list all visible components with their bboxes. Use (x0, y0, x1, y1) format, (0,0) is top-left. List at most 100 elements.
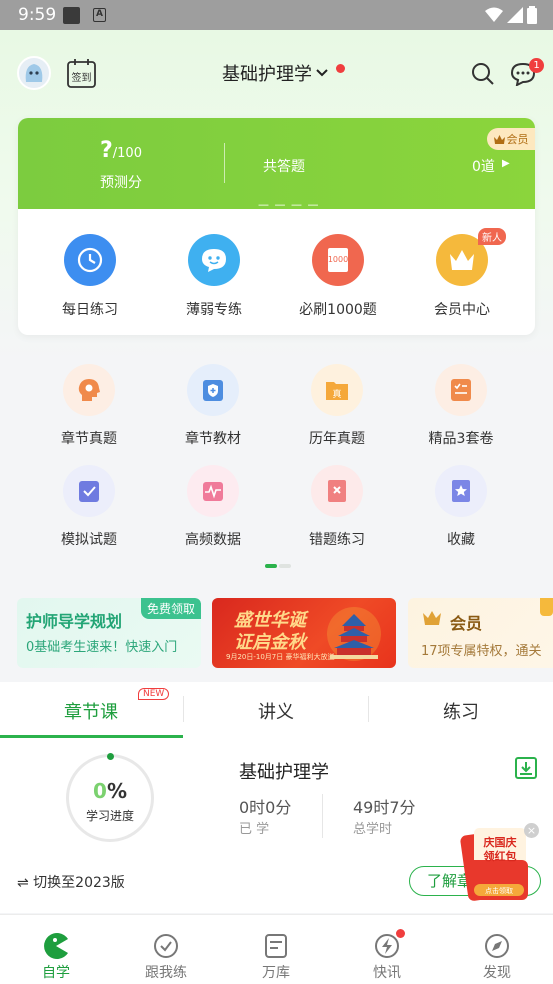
switch-version-link[interactable]: ⇌ 切换至2023版 (17, 872, 125, 892)
grid-premium-3-sets[interactable]: 精品3套卷 (411, 364, 511, 448)
grid-mock-exam[interactable]: 模拟试题 (39, 465, 139, 549)
course-stat-divider (322, 794, 323, 838)
vip-badge[interactable]: 会员 (487, 128, 535, 150)
score-panel[interactable]: ?/100 预测分 共答题 0道 ▶ 会员 — — — — (18, 118, 535, 211)
nav-self-study-label: 自学 (42, 965, 70, 981)
red-packet-button: 点击领取 (485, 886, 513, 895)
grid-past-exams[interactable]: 真 历年真题 (287, 364, 387, 448)
avatar-face-icon (25, 64, 43, 82)
quick-weak-practice[interactable]: 薄弱专练 (164, 234, 264, 319)
grid-chapter-real[interactable]: 章节真题 (39, 364, 139, 448)
subject-selector[interactable]: 基础护理学 (222, 60, 329, 86)
nav-practice-with-me-label: 跟我练 (145, 965, 187, 981)
banner-study-plan-title: 护师导学规划 (26, 612, 123, 631)
grid-chapter-textbook[interactable]: 章节教材 (163, 364, 263, 448)
tab-separator (183, 696, 184, 722)
temple-of-heaven-icon (327, 607, 381, 661)
pulse-icon (187, 465, 239, 517)
search-icon[interactable] (471, 62, 495, 86)
red-packet-line-2: 领红包 (483, 849, 517, 863)
pacman-icon (16, 932, 96, 960)
tab-separator (368, 696, 369, 722)
new-badge: NEW (138, 688, 170, 700)
quick-daily-practice-label: 每日练习 (62, 302, 118, 318)
clock-icon (64, 234, 116, 286)
quick-member-center[interactable]: 新人 会员中心 (412, 228, 512, 319)
news-red-dot (396, 929, 405, 938)
total-hours-value: 49时7分 (353, 798, 416, 817)
grid-premium-3-sets-label: 精品3套卷 (428, 431, 494, 447)
quick-must-do-1000[interactable]: 1000 必刷1000题 (288, 234, 388, 319)
studied-time-value: 0时0分 (239, 798, 292, 817)
chevron-right-icon: ▶ (502, 158, 510, 169)
close-icon[interactable]: × (524, 823, 539, 838)
page-dot-active (265, 564, 277, 568)
shield-book-icon (187, 364, 239, 416)
loading-dashes: — — — — (258, 198, 320, 211)
banner-vip[interactable]: 会员 17项专属特权，通关 (408, 598, 553, 668)
grid-favorites-label: 收藏 (447, 532, 475, 548)
crown-small-icon (493, 134, 505, 144)
tab-practice[interactable]: 练习 (443, 698, 479, 724)
wrong-doc-icon (311, 465, 363, 517)
wifi-icon (485, 7, 503, 22)
nav-practice-with-me[interactable]: 跟我练 (126, 932, 206, 982)
signin-label: 签到 (72, 71, 92, 84)
grid-wrong-questions[interactable]: 错题练习 (287, 465, 387, 549)
main-card: ?/100 预测分 共答题 0道 ▶ 会员 — — — — 每日练习 薄弱专练 … (18, 118, 535, 335)
page-dot (279, 564, 291, 568)
banner-vip-title: 会员 (450, 614, 483, 633)
answered-value: 0道 (472, 159, 495, 175)
nav-discover[interactable]: 发现 (457, 932, 537, 982)
vip-crown-icon (423, 611, 441, 625)
grid-mock-exam-label: 模拟试题 (61, 532, 117, 548)
download-icon[interactable] (514, 756, 538, 780)
quick-weak-practice-label: 薄弱专练 (186, 302, 242, 318)
tab-chapter-course[interactable]: 章节课 (64, 698, 118, 724)
quick-must-do-1000-label: 必刷1000题 (299, 302, 377, 318)
answered-label: 共答题 (263, 159, 305, 175)
chat-bubble-icon (188, 234, 240, 286)
banner-study-plan[interactable]: 护师导学规划 0基础考生速来！快速入门 免费领取 (17, 598, 201, 668)
document-icon (236, 932, 316, 960)
promo-small-text: 9月20日-10月7日 豪华福利大放送 (226, 653, 335, 661)
folder-icon-text: 真 (332, 388, 341, 400)
subject-title: 基础护理学 (222, 64, 312, 85)
banner-vip-bookmark (540, 598, 553, 616)
battery-icon (527, 6, 537, 24)
banner-study-plan-subtitle: 0基础考生速来！快速入门 (26, 640, 178, 655)
head-gear-icon (63, 364, 115, 416)
vip-badge-label: 会员 (506, 133, 529, 146)
book-1000-icon: 1000 (312, 234, 364, 286)
nav-question-bank[interactable]: 万库 (236, 932, 316, 982)
message-count-badge: 1 (529, 58, 544, 73)
check-circle-icon (126, 932, 206, 960)
avatar[interactable] (17, 56, 51, 90)
red-packet-line-1: 庆国庆 (483, 835, 517, 849)
compass-icon (457, 932, 537, 960)
grid-high-frequency-label: 高频数据 (185, 532, 241, 548)
tab-lecture-notes[interactable]: 讲义 (258, 698, 294, 724)
progress-dot (107, 753, 114, 760)
signal-icon (507, 7, 523, 23)
grid-favorites[interactable]: 收藏 (411, 465, 511, 549)
progress-label: 学习进度 (85, 809, 134, 823)
quick-daily-practice[interactable]: 每日练习 (40, 234, 140, 319)
grid-high-frequency[interactable]: 高频数据 (163, 465, 263, 549)
nav-self-study[interactable]: 自学 (16, 932, 96, 982)
nav-news-flash[interactable]: 快讯 (347, 932, 427, 982)
book-1000-text: 1000 (328, 255, 348, 264)
calendar-icon: 签到 (67, 59, 96, 88)
nav-discover-label: 发现 (483, 965, 511, 981)
studied-time-label: 已 学 (239, 822, 270, 837)
progress-percent: 0% (93, 779, 127, 803)
chevron-down-icon (316, 69, 328, 77)
banner-national-day-promo[interactable]: 盛世华诞 证启金秋 9月20日-10月7日 豪华福利大放送 (212, 598, 396, 668)
total-hours-label: 总学时 (353, 822, 393, 837)
grid-page-indicator (265, 564, 291, 568)
signin-button[interactable]: 签到 (67, 58, 96, 88)
nav-question-bank-label: 万库 (262, 965, 290, 981)
status-time: 9:59 (18, 5, 57, 25)
notification-square-icon (63, 7, 80, 24)
progress-ring: 0% 学习进度 (66, 754, 154, 842)
